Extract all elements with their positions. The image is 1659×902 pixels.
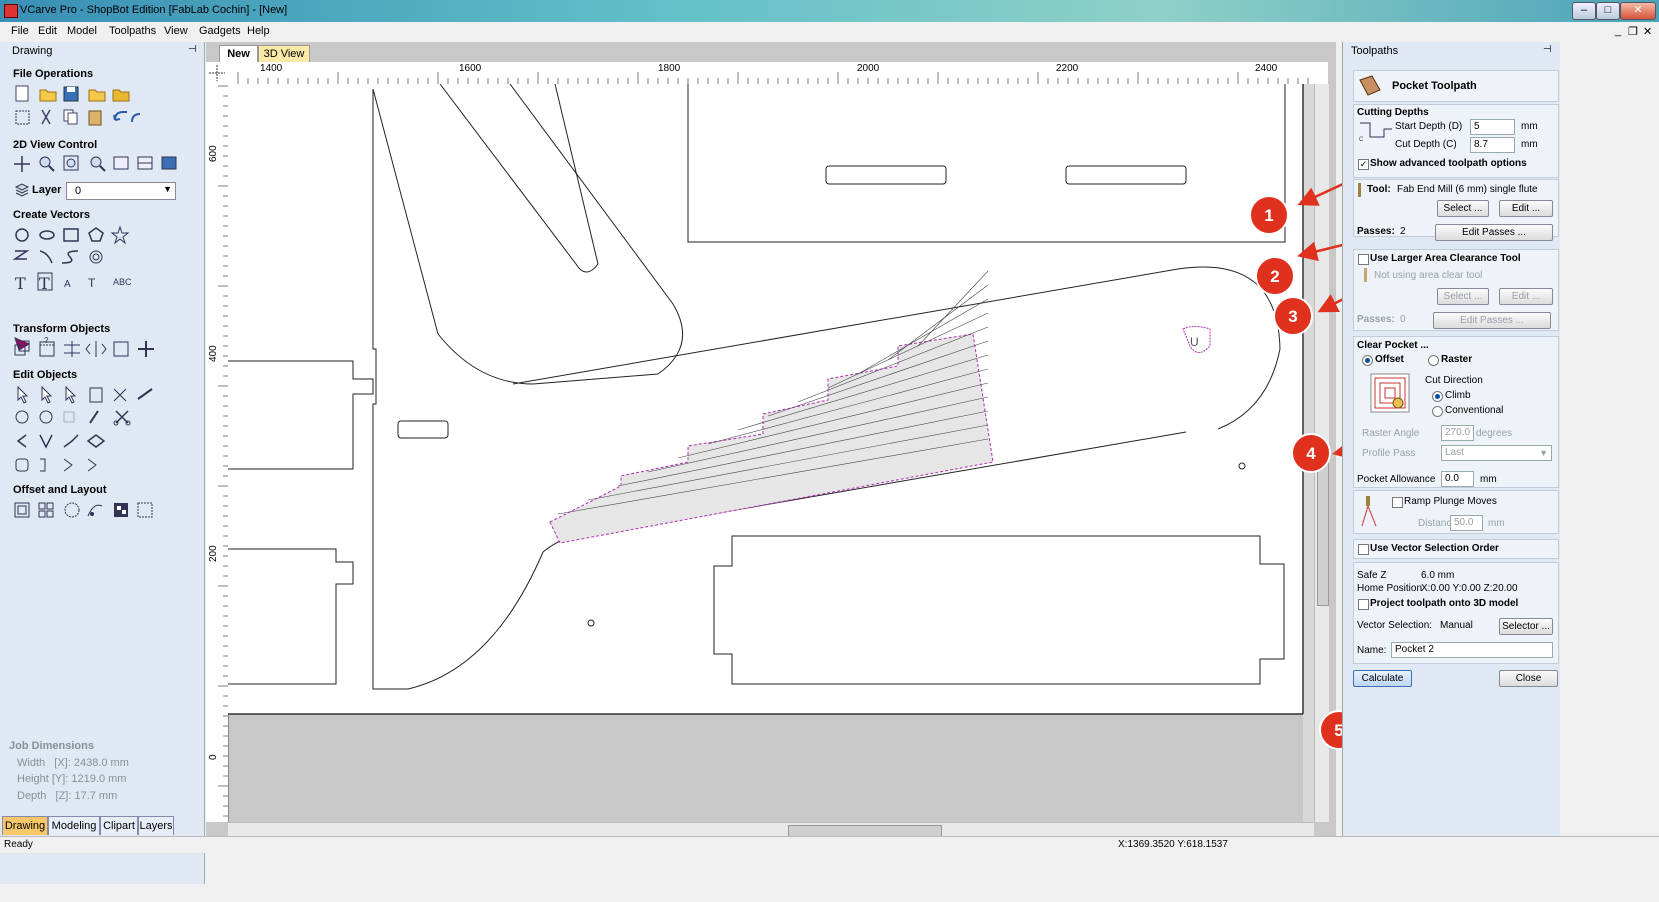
vector-selection-label: Vector Selection: [1357, 620, 1433, 631]
passes-value: 2 [1400, 226, 1406, 237]
svg-text:2: 2 [1270, 267, 1279, 286]
vector-order-checkbox[interactable] [1358, 544, 1369, 555]
cutting-depths-heading: Cutting Depths [1357, 107, 1429, 118]
profile-pass-select[interactable]: Last ▼ [1441, 445, 1552, 461]
toolpaths-panel: Toolpaths ⊣ Pocket Toolpath Cutting Dept… [1342, 42, 1560, 842]
project-3d-label: Project toolpath onto 3D model [1370, 598, 1519, 609]
clear-pocket-section: Clear Pocket ... Offset Raster Cut Direc… [1353, 336, 1559, 488]
profile-pass-value: Last [1445, 447, 1464, 458]
passes2-value: 0 [1400, 314, 1406, 325]
offset-pattern-icon [1370, 373, 1410, 413]
start-depth-unit: mm [1521, 121, 1538, 132]
pin-icon[interactable]: ⊣ [1543, 44, 1552, 55]
home-position-value: X:0.00 Y:0.00 Z:20.00 [1421, 583, 1518, 594]
tool-value: Fab End Mill (6 mm) single flute [1397, 184, 1538, 195]
safe-z-label: Safe Z [1357, 570, 1387, 581]
toolpaths-panel-title: Toolpaths [1351, 45, 1399, 57]
tool-label: Tool: [1367, 184, 1391, 195]
badge-3: 3 [1273, 296, 1313, 336]
depth-diagram-icon: C [1359, 122, 1392, 141]
conventional-radio[interactable] [1432, 406, 1443, 417]
selector-button[interactable]: Selector ... [1499, 618, 1553, 635]
raster-label: Raster [1441, 354, 1473, 365]
badge-2: 2 [1255, 256, 1295, 296]
tool-select-button[interactable]: Select ... [1437, 200, 1489, 217]
distance-unit: mm [1488, 518, 1505, 529]
pocket-allowance-input[interactable]: 0.0 [1441, 471, 1474, 487]
clear-tool-icon [1364, 268, 1367, 282]
distance-input[interactable]: 50.0 [1450, 515, 1483, 531]
vector-selection-value: Manual [1440, 620, 1473, 631]
svg-text:4: 4 [1306, 444, 1316, 463]
raster-angle-input[interactable]: 270.0 [1441, 425, 1474, 441]
pocket-toolpath-icon [1359, 75, 1381, 96]
offset-radio[interactable] [1362, 355, 1373, 366]
vector-order-section: Use Vector Selection Order [1353, 539, 1559, 559]
vector-order-label: Use Vector Selection Order [1370, 543, 1499, 554]
pocket-allowance-unit: mm [1480, 474, 1497, 485]
ramp-checkbox[interactable] [1392, 497, 1403, 508]
conventional-label: Conventional [1445, 405, 1504, 416]
safe-z-value: 6.0 mm [1421, 570, 1455, 581]
name-input[interactable]: Pocket 2 [1391, 642, 1553, 658]
pocket-toolpath-title: Pocket Toolpath [1392, 80, 1477, 92]
cut-depth-unit: mm [1521, 139, 1538, 150]
show-advanced-checkbox[interactable]: ✓ [1358, 159, 1369, 170]
raster-angle-label: Raster Angle [1362, 428, 1420, 439]
clear-pocket-heading: Clear Pocket ... [1357, 340, 1429, 351]
calculate-button[interactable]: Calculate [1353, 670, 1412, 687]
svg-text:C: C [1359, 137, 1364, 141]
status-bar: Ready X:1369.3520 Y:618.1537 [0, 836, 1659, 853]
offset-label: Offset [1375, 354, 1404, 365]
endmill-icon [1358, 183, 1361, 197]
status-text: Ready [4, 839, 33, 850]
project-3d-checkbox[interactable] [1358, 599, 1369, 610]
cut-depth-input[interactable]: 8.7 [1470, 137, 1515, 153]
raster-angle-unit: degrees [1476, 428, 1513, 439]
tool-edit-button[interactable]: Edit ... [1499, 200, 1553, 217]
ramp-icon [1361, 496, 1377, 527]
ramp-label: Ramp Plunge Moves [1404, 496, 1497, 507]
clear-tool-edit-button[interactable]: Edit ... [1499, 288, 1553, 305]
area-clearance-section: Use Larger Area Clearance Tool Not using… [1353, 249, 1559, 331]
badge-1: 1 [1249, 195, 1289, 235]
cursor-coordinates: X:1369.3520 Y:618.1537 [1118, 839, 1228, 850]
pocket-allowance-label: Pocket Allowance [1357, 474, 1436, 485]
not-using-label: Not using area clear tool [1374, 270, 1483, 281]
larger-area-label: Use Larger Area Clearance Tool [1370, 253, 1521, 264]
badge-4: 4 [1291, 433, 1331, 473]
cutting-depths-section: Cutting Depths C Start Depth (D) 5 mm Cu… [1353, 104, 1559, 178]
passes-label: Passes: [1357, 226, 1395, 237]
climb-label: Climb [1445, 390, 1471, 401]
cut-direction-label: Cut Direction [1425, 375, 1483, 386]
show-advanced-label: Show advanced toolpath options [1370, 158, 1527, 169]
svg-text:3: 3 [1288, 307, 1297, 326]
close-button[interactable]: Close [1499, 670, 1558, 687]
name-label: Name: [1357, 645, 1387, 656]
home-position-label: Home Position [1357, 583, 1423, 594]
raster-radio[interactable] [1428, 355, 1439, 366]
passes2-label: Passes: [1357, 314, 1395, 325]
settings-section: Safe Z 6.0 mm Home Position X:0.00 Y:0.0… [1353, 562, 1559, 664]
edit-passes-button[interactable]: Edit Passes ... [1435, 224, 1553, 241]
pocket-toolpath-header: Pocket Toolpath [1353, 70, 1559, 102]
clear-tool-select-button[interactable]: Select ... [1437, 288, 1489, 305]
start-depth-label: Start Depth (D) [1395, 121, 1463, 132]
start-depth-input[interactable]: 5 [1470, 119, 1515, 135]
svg-text:1: 1 [1264, 206, 1273, 225]
chevron-down-icon: ▼ [1539, 448, 1548, 458]
profile-pass-label: Profile Pass [1362, 448, 1416, 459]
tool-section: Tool: Fab End Mill (6 mm) single flute S… [1353, 179, 1559, 241]
cut-depth-label: Cut Depth (C) [1395, 139, 1457, 150]
larger-area-checkbox[interactable] [1358, 254, 1369, 265]
ramp-section: Ramp Plunge Moves Distance 50.0 mm [1353, 490, 1559, 534]
climb-radio[interactable] [1432, 391, 1443, 402]
edit-passes2-button[interactable]: Edit Passes ... [1433, 312, 1551, 329]
